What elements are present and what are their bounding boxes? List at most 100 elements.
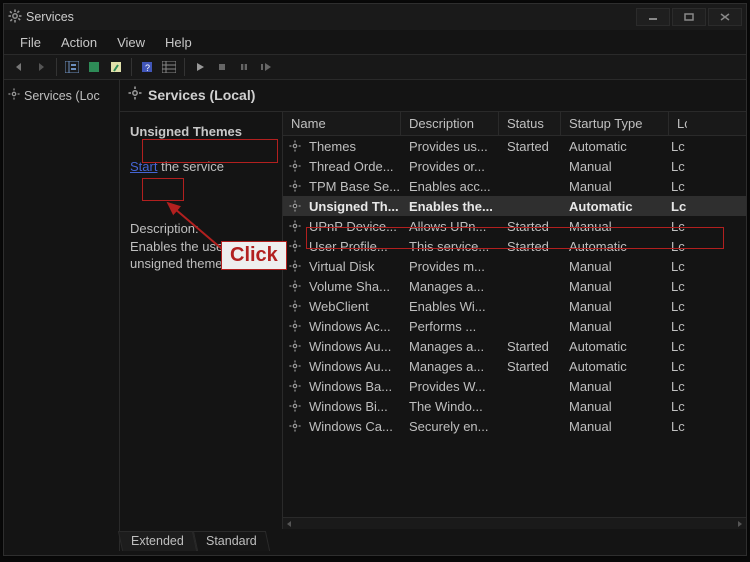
- info-panel: Unsigned Themes Start the service Descri…: [120, 112, 282, 529]
- svg-text:?: ?: [145, 63, 150, 73]
- cell-status: [501, 416, 563, 436]
- col-logon-cut[interactable]: Lc: [669, 112, 687, 135]
- menu-bar: File Action View Help: [4, 30, 746, 54]
- menu-action[interactable]: Action: [51, 33, 107, 52]
- maximize-button[interactable]: [672, 8, 706, 26]
- window-title: Services: [26, 10, 74, 24]
- show-tree-icon[interactable]: [63, 58, 81, 76]
- col-description[interactable]: Description: [401, 112, 499, 135]
- cell-logon-cut: Lc: [671, 316, 689, 336]
- cell-logon-cut: Lc: [671, 396, 689, 416]
- nav-back-icon[interactable]: [10, 58, 28, 76]
- cell-name: UPnP Device...: [303, 216, 403, 236]
- minimize-button[interactable]: [636, 8, 670, 26]
- cell-logon-cut: Lc: [671, 216, 689, 236]
- table-row[interactable]: UPnP Device...Allows UPn...StartedManual…: [283, 216, 746, 236]
- nav-forward-icon[interactable]: [32, 58, 50, 76]
- menu-help[interactable]: Help: [155, 33, 202, 52]
- table-row[interactable]: ThemesProvides us...StartedAutomaticLc: [283, 136, 746, 156]
- service-stop-icon[interactable]: [213, 58, 231, 76]
- cell-logon-cut: Lc: [671, 176, 689, 196]
- tab-standard[interactable]: Standard: [193, 531, 270, 551]
- cell-logon-cut: Lc: [671, 276, 689, 296]
- table-row[interactable]: TPM Base Se...Enables acc...ManualLc: [283, 176, 746, 196]
- tree-root-services[interactable]: Services (Loc: [4, 86, 119, 105]
- cell-name: User Profile...: [303, 236, 403, 256]
- gear-icon: [287, 356, 303, 376]
- cell-logon-cut: Lc: [671, 136, 689, 156]
- selected-service-name: Unsigned Themes: [130, 124, 272, 139]
- cell-logon-cut: Lc: [671, 196, 689, 216]
- table-row[interactable]: Windows Au...Manages a...StartedAutomati…: [283, 336, 746, 356]
- menu-file[interactable]: File: [10, 33, 51, 52]
- tab-extended[interactable]: Extended: [118, 531, 197, 551]
- gear-icon: [287, 216, 303, 236]
- scroll-left-icon[interactable]: [283, 518, 295, 530]
- gear-icon: [287, 256, 303, 276]
- cell-description: Enables the...: [403, 196, 501, 216]
- service-pause-icon[interactable]: [235, 58, 253, 76]
- table-row[interactable]: Thread Orde...Provides or...ManualLc: [283, 156, 746, 176]
- cell-startup-type: Manual: [563, 416, 671, 436]
- table-row[interactable]: Windows Ac...Performs ...ManualLc: [283, 316, 746, 336]
- cell-status: Started: [501, 356, 563, 376]
- col-startup-type[interactable]: Startup Type: [561, 112, 669, 135]
- table-row[interactable]: WebClientEnables Wi...ManualLc: [283, 296, 746, 316]
- export-list-icon[interactable]: [107, 58, 125, 76]
- gear-icon: [287, 416, 303, 436]
- toolbar: ?: [4, 54, 746, 80]
- service-restart-icon[interactable]: [257, 58, 275, 76]
- table-row[interactable]: Windows Bi...The Windo...ManualLc: [283, 396, 746, 416]
- cell-name: Windows Au...: [303, 356, 403, 376]
- cell-description: This service...: [403, 236, 501, 256]
- cell-startup-type: Manual: [563, 296, 671, 316]
- console-tree: Services (Loc: [4, 80, 120, 551]
- gear-icon: [8, 88, 20, 103]
- menu-view[interactable]: View: [107, 33, 155, 52]
- cell-description: Securely en...: [403, 416, 501, 436]
- cell-startup-type: Automatic: [563, 196, 671, 216]
- cell-status: [501, 316, 563, 336]
- gear-icon: [287, 236, 303, 256]
- cell-description: Enables Wi...: [403, 296, 501, 316]
- table-row[interactable]: Windows Ca...Securely en...ManualLc: [283, 416, 746, 436]
- table-row[interactable]: Windows Au...Manages a...StartedAutomati…: [283, 356, 746, 376]
- col-status[interactable]: Status: [499, 112, 561, 135]
- table-row[interactable]: Virtual DiskProvides m...ManualLc: [283, 256, 746, 276]
- cell-description: Allows UPn...: [403, 216, 501, 236]
- properties-icon[interactable]: [160, 58, 178, 76]
- close-button[interactable]: [708, 8, 742, 26]
- gear-icon: [128, 86, 142, 103]
- service-start-icon[interactable]: [191, 58, 209, 76]
- cell-description: Manages a...: [403, 356, 501, 376]
- cell-description: Performs ...: [403, 316, 501, 336]
- cell-startup-type: Manual: [563, 276, 671, 296]
- cell-logon-cut: Lc: [671, 416, 689, 436]
- cell-description: The Windo...: [403, 396, 501, 416]
- gear-icon: [287, 396, 303, 416]
- table-row[interactable]: Volume Sha...Manages a...ManualLc: [283, 276, 746, 296]
- cell-name: Volume Sha...: [303, 276, 403, 296]
- cell-name: Windows Bi...: [303, 396, 403, 416]
- col-name[interactable]: Name: [283, 112, 401, 135]
- tree-root-label: Services (Loc: [24, 89, 100, 103]
- gear-icon: [287, 136, 303, 156]
- cell-startup-type: Manual: [563, 316, 671, 336]
- cell-logon-cut: Lc: [671, 296, 689, 316]
- start-service-link[interactable]: Start: [130, 159, 157, 174]
- cell-status: [501, 276, 563, 296]
- cell-logon-cut: Lc: [671, 256, 689, 276]
- scrollbar-horizontal[interactable]: [283, 517, 746, 529]
- cell-startup-type: Automatic: [563, 136, 671, 156]
- cell-logon-cut: Lc: [671, 236, 689, 256]
- cell-logon-cut: Lc: [671, 336, 689, 356]
- cell-startup-type: Manual: [563, 376, 671, 396]
- table-row[interactable]: Unsigned Th...Enables the...AutomaticLc: [283, 196, 746, 216]
- help-icon[interactable]: ?: [138, 58, 156, 76]
- gear-icon: [287, 296, 303, 316]
- refresh-block-icon[interactable]: [85, 58, 103, 76]
- scroll-right-icon[interactable]: [734, 518, 746, 530]
- table-row[interactable]: Windows Ba...Provides W...ManualLc: [283, 376, 746, 396]
- cell-status: [501, 396, 563, 416]
- table-row[interactable]: User Profile...This service...StartedAut…: [283, 236, 746, 256]
